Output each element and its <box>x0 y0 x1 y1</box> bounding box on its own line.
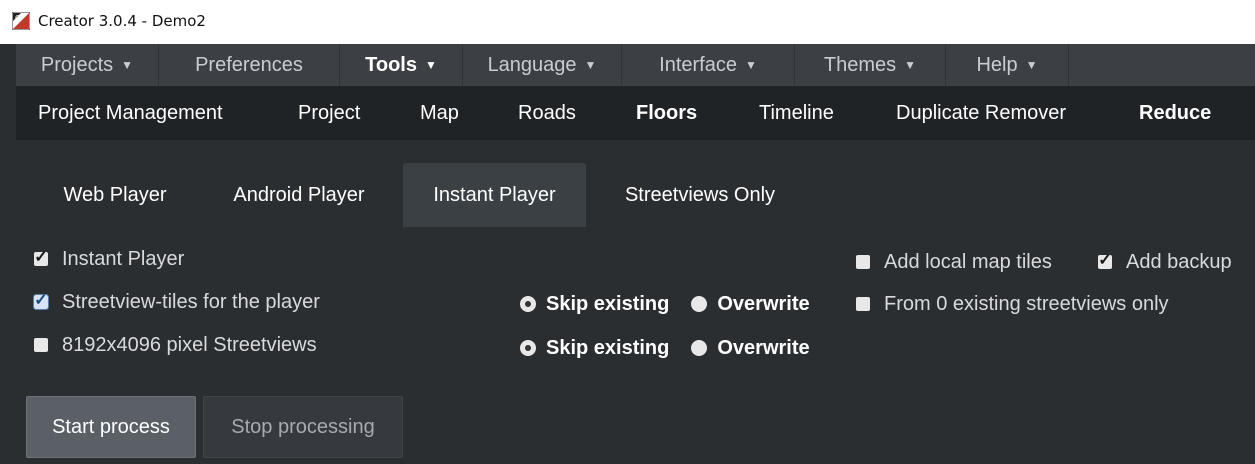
tool-timeline[interactable]: Timeline <box>759 86 834 140</box>
checkmark-icon: ✓ <box>34 249 48 266</box>
window-title: Creator 3.0.4 - Demo2 <box>38 12 206 30</box>
tool-project[interactable]: Project <box>298 86 360 140</box>
menu-preferences[interactable]: Preferences <box>159 44 340 86</box>
tiles-mode-group: Skip existing Overwrite <box>520 290 810 318</box>
tiles-skip-radio[interactable] <box>520 296 536 312</box>
radio-label: Overwrite <box>717 337 810 359</box>
tool-reduce[interactable]: Reduce <box>1139 86 1211 140</box>
menu-label: Interface <box>659 54 737 76</box>
tool-project-management[interactable]: Project Management <box>38 86 223 140</box>
start-process-button[interactable]: Start process <box>26 396 196 458</box>
streetview-tiles-checkbox[interactable]: ✓ <box>33 292 49 310</box>
checkmark-icon: ✓ <box>34 292 48 309</box>
tool-roads[interactable]: Roads <box>518 86 576 140</box>
add-local-map-tiles-checkbox[interactable] <box>856 255 870 269</box>
tool-duplicate-remover[interactable]: Duplicate Remover <box>896 86 1066 140</box>
radio-label: Skip existing <box>546 337 670 359</box>
pixel-streetviews-option[interactable]: 8192x4096 pixel Streetviews <box>34 332 317 358</box>
tool-map[interactable]: Map <box>420 86 459 140</box>
menu-interface[interactable]: Interface ▼ <box>622 44 795 86</box>
radio-label: Overwrite <box>717 293 810 315</box>
menu-label: Tools <box>365 54 417 76</box>
checkbox-label: Add backup <box>1126 251 1232 273</box>
pixel-skip-radio[interactable] <box>520 340 536 356</box>
pixel-overwrite-radio[interactable] <box>691 340 708 356</box>
menubar: Projects ▼ Preferences Tools ▼ Language ▼ I… <box>16 44 1255 86</box>
tool-floors[interactable]: Floors <box>636 86 697 140</box>
add-backup-checkbox[interactable]: ✓ <box>1098 252 1112 269</box>
checkbox-label: From 0 existing streetviews only <box>884 293 1169 315</box>
menu-tools[interactable]: Tools ▼ <box>340 44 463 86</box>
instant-player-checkbox[interactable]: ✓ <box>34 249 48 266</box>
from-existing-checkbox[interactable] <box>856 297 870 311</box>
checkbox-label: Streetview-tiles for the player <box>62 291 320 313</box>
instant-player-option[interactable]: ✓ Instant Player <box>34 246 184 272</box>
menu-label: Language <box>487 54 577 76</box>
menu-label: Projects <box>40 54 114 76</box>
checkbox-label: Add local map tiles <box>884 251 1052 273</box>
checkbox-label: Instant Player <box>62 248 185 270</box>
tab-web-player[interactable]: Web Player <box>40 163 190 227</box>
chevron-down-icon: ▼ <box>121 58 134 72</box>
tab-android-player[interactable]: Android Player <box>208 163 390 227</box>
from-existing-option[interactable]: From 0 existing streetviews only <box>856 291 1169 317</box>
checkmark-icon: ✓ <box>1098 252 1112 269</box>
svg-text:C: C <box>15 14 21 23</box>
chevron-down-icon: ▼ <box>744 58 757 72</box>
chevron-down-icon: ▼ <box>584 58 597 72</box>
menu-label: Themes <box>823 54 897 76</box>
stop-processing-button[interactable]: Stop processing <box>203 396 403 458</box>
pixel-mode-group: Skip existing Overwrite <box>520 334 810 362</box>
checkbox-label: 8192x4096 pixel Streetviews <box>62 334 317 356</box>
chevron-down-icon: ▼ <box>1025 58 1038 72</box>
tab-instant-player[interactable]: Instant Player <box>403 163 586 227</box>
menu-label: Preferences <box>195 54 303 76</box>
menu-language[interactable]: Language ▼ <box>463 44 622 86</box>
pixel-streetviews-checkbox[interactable] <box>34 338 48 352</box>
tiles-overwrite-radio[interactable] <box>691 296 708 312</box>
menu-label: Help <box>976 54 1018 76</box>
window-titlebar: C Creator 3.0.4 - Demo2 <box>0 0 1255 44</box>
tab-streetviews-only[interactable]: Streetviews Only <box>600 163 800 227</box>
app-logo-icon: C <box>12 12 30 30</box>
streetview-tiles-option[interactable]: ✓ Streetview-tiles for the player <box>33 289 320 315</box>
menu-themes[interactable]: Themes ▼ <box>795 44 946 86</box>
add-backup-option[interactable]: ✓ Add backup <box>1098 249 1232 275</box>
add-local-map-tiles-option[interactable]: Add local map tiles <box>856 249 1052 275</box>
tools-toolbar: Project Management Project Map Roads Flo… <box>16 86 1255 140</box>
menu-help[interactable]: Help ▼ <box>946 44 1069 86</box>
chevron-down-icon: ▼ <box>904 58 917 72</box>
menu-projects[interactable]: Projects ▼ <box>16 44 159 86</box>
radio-label: Skip existing <box>546 293 670 315</box>
chevron-down-icon: ▼ <box>424 58 437 72</box>
